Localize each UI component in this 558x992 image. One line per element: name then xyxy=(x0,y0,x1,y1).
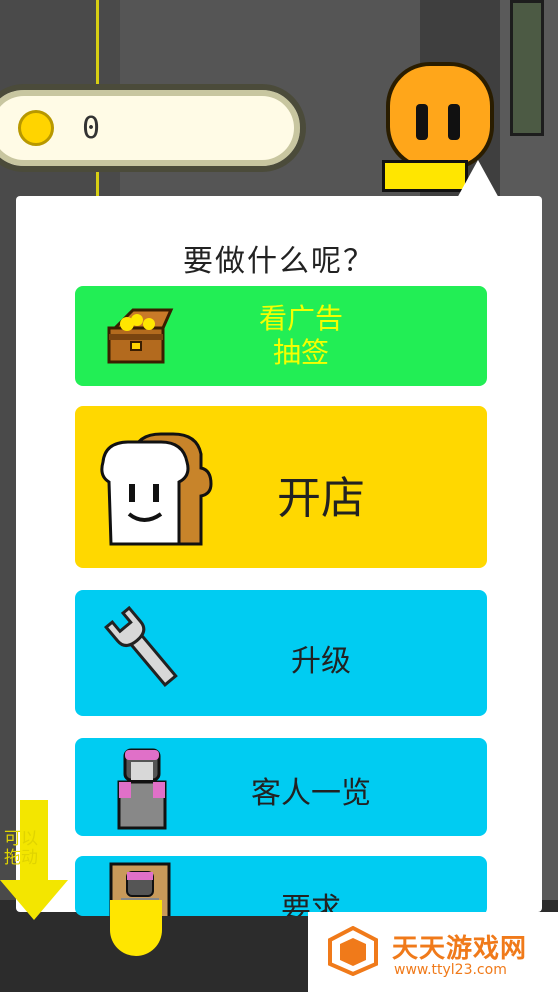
watermark-name: 天天游戏网 xyxy=(392,934,528,964)
coin-count: 0 xyxy=(82,110,101,146)
dialog-title: 要做什么呢？ xyxy=(183,244,375,279)
open-shop-label: 开店 xyxy=(277,473,365,524)
customer-list-button[interactable]: 客人一览 xyxy=(75,738,487,836)
upgrade-label: 升级 xyxy=(291,644,351,679)
scroll-down-arrow-icon xyxy=(0,880,68,920)
customer-list-label: 客人一览 xyxy=(251,776,371,811)
watermark-logo-icon xyxy=(328,926,378,976)
drag-hint: 可以 拖动 xyxy=(4,830,48,868)
drag-hint-line2: 拖动 xyxy=(4,848,38,868)
coin-icon xyxy=(18,110,54,146)
watch-ad-lottery-button[interactable]: 看广告 抽签 xyxy=(75,286,487,386)
open-shop-button[interactable]: 开店 xyxy=(75,406,487,568)
dialog-tail xyxy=(456,160,500,200)
coin-counter: 0 xyxy=(0,84,306,172)
ad-label-line2: 抽签 xyxy=(272,336,329,369)
yellow-decoration xyxy=(110,900,162,956)
upgrade-button[interactable]: 升级 xyxy=(75,590,487,716)
ad-label-line1: 看广告 xyxy=(258,302,343,335)
watermark-url: www.ttyl23.com xyxy=(394,962,507,978)
drag-hint-line1: 可以 xyxy=(4,829,38,849)
watermark: 天天游戏网 www.ttyl23.com xyxy=(308,912,558,992)
